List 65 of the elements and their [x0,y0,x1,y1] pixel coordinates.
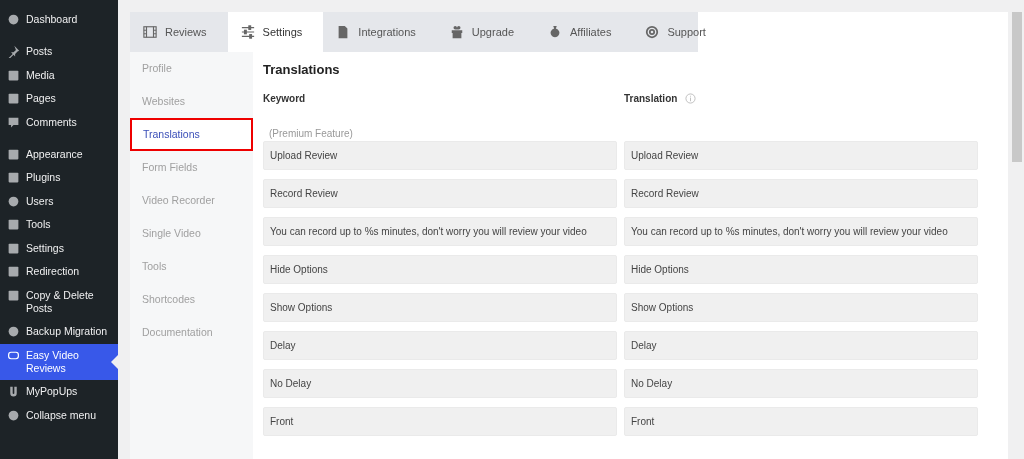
gift-icon [449,25,464,39]
lifebuoy-icon [645,25,660,39]
film-icon [143,25,157,39]
u-shape-icon [7,385,20,398]
section-title: Translations [263,62,341,77]
square-icon [7,288,20,302]
column-header: Keyword [263,93,306,104]
keyword-field[interactable]: Front [263,407,617,436]
sliders-icon [240,25,255,39]
sidebar-item[interactable]: Users [0,189,118,213]
tab[interactable]: Reviews [130,12,228,52]
keyword-field[interactable]: Show Options [263,293,617,322]
sidebar-item[interactable]: Tools [0,213,118,236]
submenu-item[interactable]: Translations [130,118,253,151]
sidebar-item[interactable]: Posts [0,40,118,63]
sidebar-item[interactable]: Comments [0,110,118,134]
keyword-field[interactable]: No Delay [263,369,617,398]
translation-field[interactable]: You can record up to %s minutes, don't worry you will review your video [624,217,978,246]
sidebar-item[interactable]: Pages [0,87,118,110]
square-icon [7,171,20,184]
translation-field[interactable]: Front [624,407,978,436]
money-bag-icon [548,25,562,39]
square-icon [7,218,20,231]
premium-note: (Premium Feature) [269,128,354,139]
square-icon [7,241,20,255]
square-icon [7,68,20,82]
sidebar-item[interactable]: Dashboard [0,8,118,31]
scrollbar-thumb[interactable] [1012,12,1022,162]
translation-field[interactable]: Record Review [624,179,978,208]
keyword-field[interactable]: Upload Review [263,141,617,170]
sidebar-item[interactable]: Settings [0,236,118,260]
circle-icon [7,408,20,422]
square-icon [7,147,20,161]
keyword-field[interactable]: Hide Options [263,255,617,284]
comment-icon [7,115,20,129]
translation-field[interactable]: Show Options [624,293,978,322]
tab[interactable]: Affiliates [535,12,633,52]
sidebar-item[interactable]: Plugins [0,166,118,189]
sidebar-item[interactable]: Media [0,63,118,87]
sidebar-item[interactable]: Collapse menu [0,403,118,427]
sidebar-item[interactable]: Appearance [0,142,118,166]
translation-field[interactable]: Hide Options [624,255,978,284]
circle-icon [7,194,20,208]
keyword-field[interactable]: Delay [263,331,617,360]
info-icon[interactable] [685,93,697,104]
keyword-field[interactable]: Record Review [263,179,617,208]
translation-field[interactable]: No Delay [624,369,978,398]
sidebar-item[interactable]: MyPopUps [0,380,118,403]
translation-field[interactable]: Upload Review [624,141,978,170]
sidebar-item[interactable]: Redirection [0,260,118,283]
tab[interactable]: Support [632,12,727,52]
keyword-field[interactable]: You can record up to %s minutes, don't worry you will review your video [263,217,617,246]
circle-icon [7,13,20,26]
circle-icon [7,325,20,338]
translation-field[interactable]: Delay [624,331,978,360]
tab[interactable]: Upgrade [436,12,535,52]
tab[interactable]: Integrations [323,12,437,52]
pin-icon [7,45,20,58]
sidebar-item[interactable]: Backup Migration [0,320,118,343]
column-header: Translation [624,93,678,104]
sidebar-item[interactable]: Easy Video Reviews [0,343,118,380]
square-icon [7,92,20,105]
square-icon [7,265,20,278]
sidebar-item[interactable]: Copy & Delete Posts [0,283,118,320]
tab[interactable]: Settings [227,12,324,52]
